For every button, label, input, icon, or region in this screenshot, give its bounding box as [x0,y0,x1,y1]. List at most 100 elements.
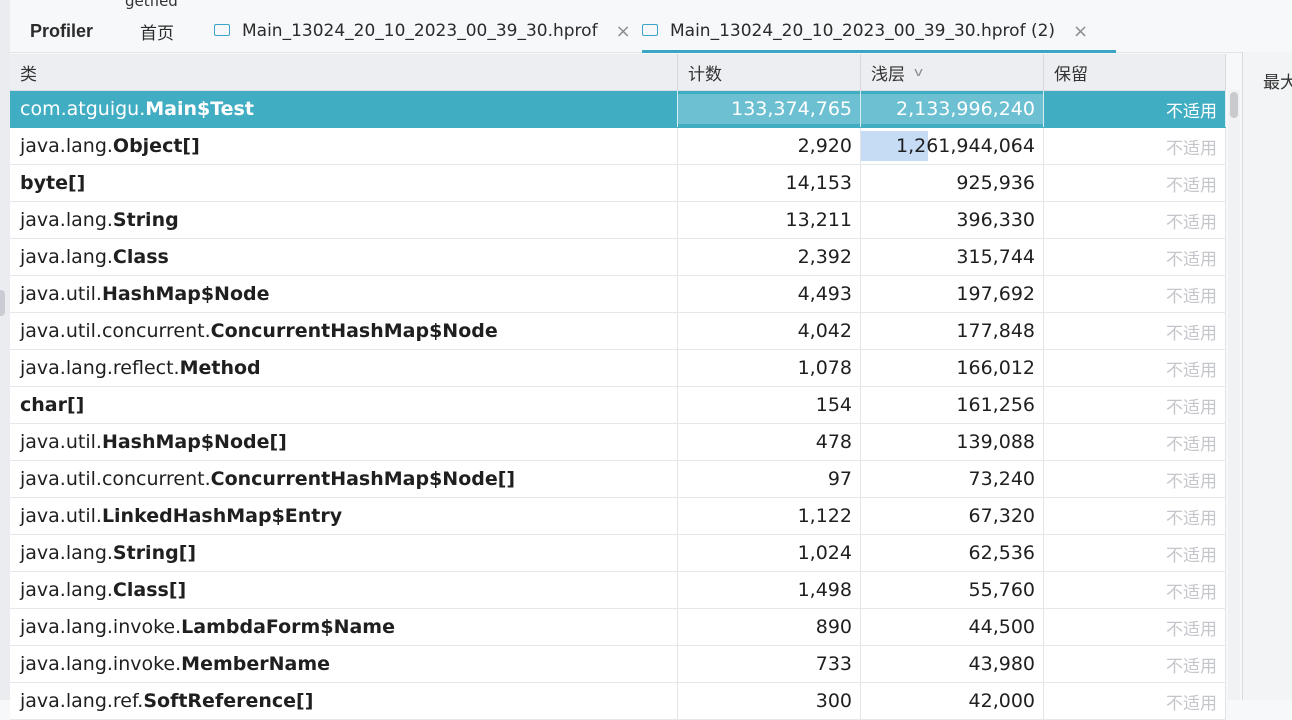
count-cell-value: 2,392 [797,246,852,268]
count-cell-value: 478 [815,431,852,453]
table-row[interactable]: java.lang. String[] 1,024 62,536 不适用 [10,535,1226,572]
table-row[interactable]: java.lang.invoke. LambdaForm$Name 890 44,50… [10,609,1226,646]
count-cell-value: 14,153 [785,172,852,194]
shallow-size-cell-value: 166,012 [956,357,1035,379]
shallow-size-cell: 73,240 [861,461,1044,497]
column-header-count[interactable]: 计数 [678,54,861,90]
class-simple-name: HashMap$Node [101,283,270,305]
shallow-size-cell-value: 197,692 [956,283,1035,305]
column-header-shallow[interactable]: 浅层 v [861,54,1044,90]
profiler-tab-bar: Profiler 首页 Main_13024_20_10_2023_00_39_… [10,10,1292,53]
retained-size-cell: 不适用 [1044,424,1226,460]
class-name-cell: java.lang.invoke. LambdaForm$Name [10,609,678,645]
count-cell-value: 1,078 [797,357,852,379]
table-row[interactable]: java.lang. String 13,211 396,330 不适用 [10,202,1226,239]
count-cell: 13,211 [678,202,861,238]
count-cell-value: 1,498 [797,579,852,601]
class-name-cell: java.util. HashMap$Node[] [10,424,678,460]
package-prefix: java.util. [20,431,102,453]
count-cell-value: 133,374,765 [731,98,852,120]
count-cell: 4,042 [678,313,861,349]
table-row[interactable]: byte[] 14,153 925,936 不适用 [10,165,1226,202]
shallow-size-cell-value: 55,760 [968,579,1035,601]
class-simple-name: Class[] [112,579,187,601]
column-header-class[interactable]: 类 [10,54,678,90]
close-icon[interactable]: × [1073,21,1088,42]
count-cell-value: 733 [815,653,852,675]
count-cell: 2,920 [678,128,861,164]
class-name-cell: byte[] [10,165,678,201]
shallow-size-cell-value: 139,088 [956,431,1035,453]
count-cell: 890 [678,609,861,645]
shallow-size-cell-value: 43,980 [968,653,1035,675]
table-row[interactable]: java.util. LinkedHashMap$Entry 1,122 67,320… [10,498,1226,535]
shallow-size-cell-value: 44,500 [968,616,1035,638]
count-cell: 154 [678,387,861,423]
scrollbar-thumb[interactable] [1230,92,1238,118]
left-tool-strip [0,0,10,700]
class-simple-name: String [112,209,179,231]
tab-profiler[interactable]: Profiler [30,10,93,52]
shallow-size-cell: 197,692 [861,276,1044,312]
tab-hprof-1[interactable]: Main_13024_20_10_2023_00_39_30.hprof × [214,10,631,52]
package-prefix: java.lang. [20,542,113,564]
count-cell-value: 4,493 [797,283,852,305]
tab-home[interactable]: 首页 [140,10,174,52]
vertical-scrollbar[interactable] [1228,90,1240,700]
largest-objects-tab[interactable]: 最大 [1263,68,1292,93]
retained-size-cell: 不适用 [1044,572,1226,608]
retained-size-cell: 不适用 [1044,276,1226,312]
shallow-size-cell: 396,330 [861,202,1044,238]
package-prefix: java.lang. [20,209,113,231]
class-name-cell: java.lang. Class[] [10,572,678,608]
left-strip-handle[interactable] [0,290,5,316]
table-row[interactable]: java.lang. Class[] 1,498 55,760 不适用 [10,572,1226,609]
table-row[interactable]: java.util. HashMap$Node 4,493 197,692 不适用 [10,276,1226,313]
package-prefix: com.atguigu. [20,98,146,120]
shallow-size-cell: 67,320 [861,498,1044,534]
folder-icon [214,24,230,36]
close-icon[interactable]: × [616,21,631,42]
shallow-size-cell: 44,500 [861,609,1044,645]
shallow-size-cell: 42,000 [861,683,1044,719]
count-cell-value: 1,024 [797,542,852,564]
table-row[interactable]: java.lang.reflect. Method 1,078 166,012 不适用 [10,350,1226,387]
column-header-retained[interactable]: 保留 [1044,54,1226,90]
shallow-size-cell-value: 315,744 [956,246,1035,268]
retained-size-cell: 不适用 [1044,350,1226,386]
retained-size-cell: 不适用 [1044,461,1226,497]
class-simple-name: Object[] [112,135,200,157]
count-cell: 733 [678,646,861,682]
table-row[interactable]: java.lang.ref. SoftReference[] 300 42,000 不适… [10,683,1226,720]
retained-size-cell: 不适用 [1044,165,1226,201]
class-simple-name: LinkedHashMap$Entry [101,505,343,527]
count-cell: 478 [678,424,861,460]
retained-size-cell: 不适用 [1044,239,1226,275]
table-row[interactable]: java.util. HashMap$Node[] 478 139,088 不适用 [10,424,1226,461]
package-prefix: java.lang.invoke. [20,616,182,638]
shallow-size-cell-value: 2,133,996,240 [895,98,1035,120]
count-cell-value: 154 [815,394,852,416]
class-name-cell: java.lang. String [10,202,678,238]
retained-size-cell: 不适用 [1044,535,1226,571]
retained-size-cell: 不适用 [1044,91,1226,127]
class-simple-name: ConcurrentHashMap$Node[] [210,468,516,490]
right-side-panel: 最大 [1242,52,1292,700]
table-row[interactable]: java.util.concurrent. ConcurrentHashMap$N… [10,461,1226,498]
class-simple-name: HashMap$Node[] [101,431,287,453]
table-row[interactable]: char[] 154 161,256 不适用 [10,387,1226,424]
class-name-cell: java.lang. Object[] [10,128,678,164]
table-row[interactable]: java.lang. Class 2,392 315,744 不适用 [10,239,1226,276]
count-cell: 1,024 [678,535,861,571]
retained-size-cell: 不适用 [1044,202,1226,238]
table-row[interactable]: java.lang.invoke. MemberName 733 43,980 不适用 [10,646,1226,683]
table-row[interactable]: java.util.concurrent. ConcurrentHashMap$N… [10,313,1226,350]
table-row[interactable]: java.lang. Object[] 2,920 1,261,944,064 不适用 [10,128,1226,165]
retained-size-cell: 不适用 [1044,683,1226,719]
package-prefix: java.lang. [20,135,113,157]
shallow-size-cell: 315,744 [861,239,1044,275]
tab-hprof-2[interactable]: Main_13024_20_10_2023_00_39_30.hprof (2)… [642,10,1116,53]
table-body: com.atguigu. Main$Test 133,374,765 2,133,99… [10,91,1226,720]
shallow-size-cell: 62,536 [861,535,1044,571]
table-row[interactable]: com.atguigu. Main$Test 133,374,765 2,133,99… [10,91,1226,128]
